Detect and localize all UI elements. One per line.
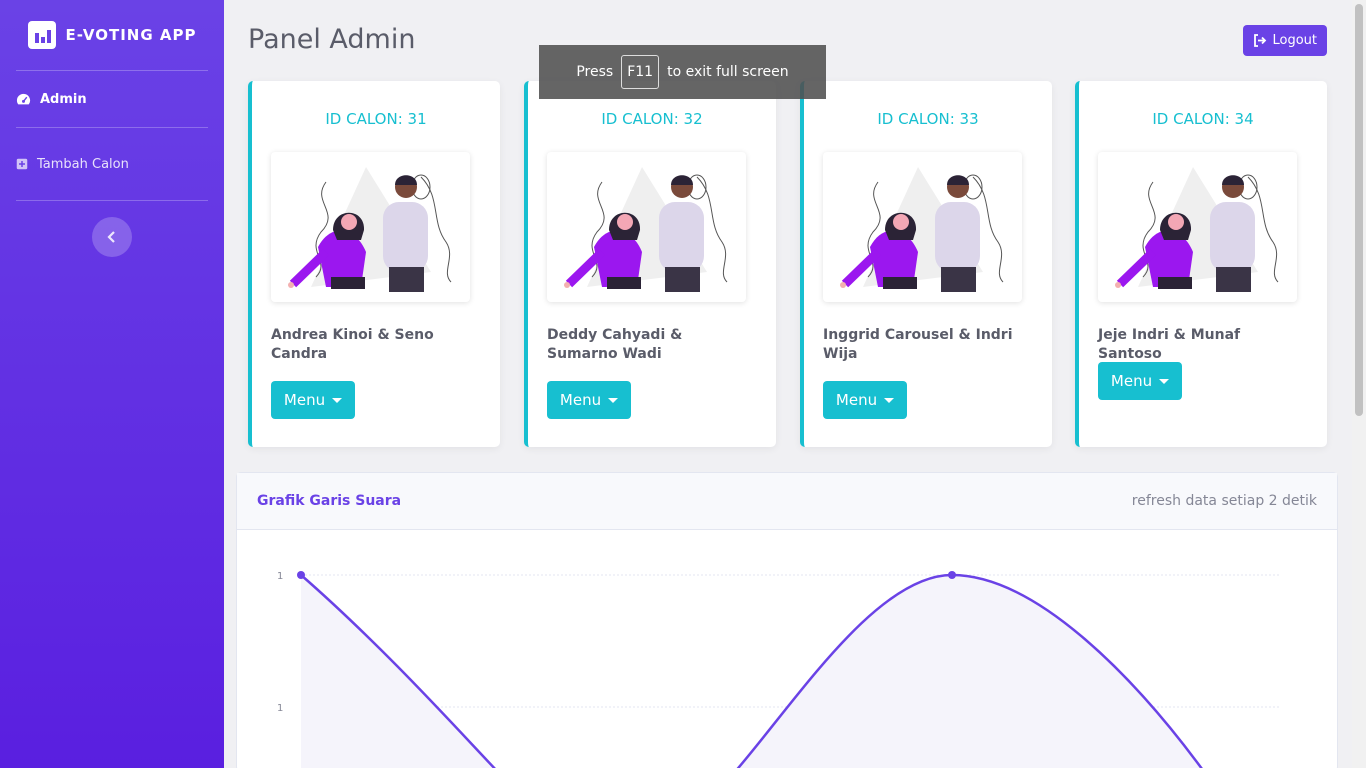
sign-out-icon: [1254, 34, 1267, 47]
caret-down-icon: [332, 397, 343, 403]
y-tick-label: 1: [277, 571, 283, 582]
menu-label: Menu: [559, 391, 602, 409]
candidate-name: Inggrid Carousel & Indri Wija: [823, 327, 1013, 362]
plus-square-icon: [16, 158, 28, 170]
chart-title: Grafik Garis Suara: [257, 493, 402, 509]
candidate-card: ID CALON: 34 Jeje Indri & Munaf Santoso …: [1075, 81, 1327, 447]
menu-label: Menu: [283, 391, 326, 409]
menu-label: Menu: [1110, 372, 1153, 390]
scrollbar-thumb[interactable]: [1355, 4, 1363, 416]
menu-label: Menu: [835, 391, 878, 409]
fullscreen-notice: Press F11 to exit full screen: [539, 45, 826, 99]
vote-chart-card: Grafik Garis Suara refresh data setiap 2…: [236, 472, 1338, 768]
caret-down-icon: [608, 397, 619, 403]
candidate-name: Deddy Cahyadi & Sumarno Wadi: [547, 327, 683, 362]
caret-down-icon: [1159, 378, 1170, 384]
page-title: Panel Admin: [248, 24, 416, 55]
candidate-id: ID CALON: 33: [877, 110, 979, 128]
sidebar-toggle-button[interactable]: [92, 217, 132, 257]
candidate-menu-button[interactable]: Menu: [823, 381, 907, 419]
main-content: Panel Admin Logout ID CALON: 31 Andrea K…: [224, 0, 1352, 768]
brand-title: E-VOTING APP: [65, 26, 197, 44]
fullscreen-rest-text: to exit full screen: [667, 64, 789, 80]
sidebar: E-VOTING APP Admin Tambah Calon: [0, 0, 224, 768]
sidebar-item-label: Tambah Calon: [37, 156, 129, 172]
candidate-id: ID CALON: 32: [601, 110, 703, 128]
bar-chart-logo-icon: [27, 21, 56, 49]
candidate-name: Jeje Indri & Munaf Santoso: [1098, 327, 1241, 362]
series-area: [301, 575, 1202, 768]
sidebar-divider: [16, 200, 208, 201]
candidate-card: ID CALON: 31 Andrea Kinoi & Seno Candra …: [248, 81, 500, 447]
data-point: [297, 571, 305, 579]
sidebar-item-label: Admin: [40, 91, 87, 107]
candidate-menu-button[interactable]: Menu: [1098, 362, 1182, 400]
scrollbar[interactable]: [1352, 0, 1366, 768]
candidate-id: ID CALON: 31: [325, 110, 427, 128]
f11-key: F11: [621, 55, 660, 89]
y-tick-label: 1: [277, 703, 283, 714]
data-point: [948, 571, 956, 579]
candidate-illustration: [271, 152, 470, 302]
candidate-name: Andrea Kinoi & Seno Candra: [271, 327, 434, 362]
candidate-card: ID CALON: 33 Inggrid Carousel & Indri Wi…: [800, 81, 1052, 447]
sidebar-item-admin[interactable]: Admin: [0, 71, 224, 127]
brand[interactable]: E-VOTING APP: [0, 0, 224, 70]
fullscreen-press-text: Press: [576, 64, 614, 80]
candidate-illustration: [1098, 152, 1297, 302]
caret-down-icon: [884, 397, 895, 403]
candidate-illustration: [547, 152, 746, 302]
candidate-illustration: [823, 152, 1022, 302]
chart-refresh-note: refresh data setiap 2 detik: [1131, 493, 1317, 509]
line-chart: 1 1: [277, 571, 1279, 768]
chevron-left-icon: [107, 231, 115, 243]
logout-label: Logout: [1272, 33, 1317, 48]
chart-header: Grafik Garis Suara refresh data setiap 2…: [237, 473, 1337, 530]
candidate-id: ID CALON: 34: [1152, 110, 1254, 128]
candidate-card: ID CALON: 32 Deddy Cahyadi & Sumarno Wad…: [524, 81, 776, 447]
logout-button[interactable]: Logout: [1243, 25, 1327, 56]
sidebar-item-tambah-calon[interactable]: Tambah Calon: [0, 128, 224, 200]
candidate-menu-button[interactable]: Menu: [271, 381, 355, 419]
candidate-menu-button[interactable]: Menu: [547, 381, 631, 419]
tachometer-icon: [16, 93, 31, 104]
